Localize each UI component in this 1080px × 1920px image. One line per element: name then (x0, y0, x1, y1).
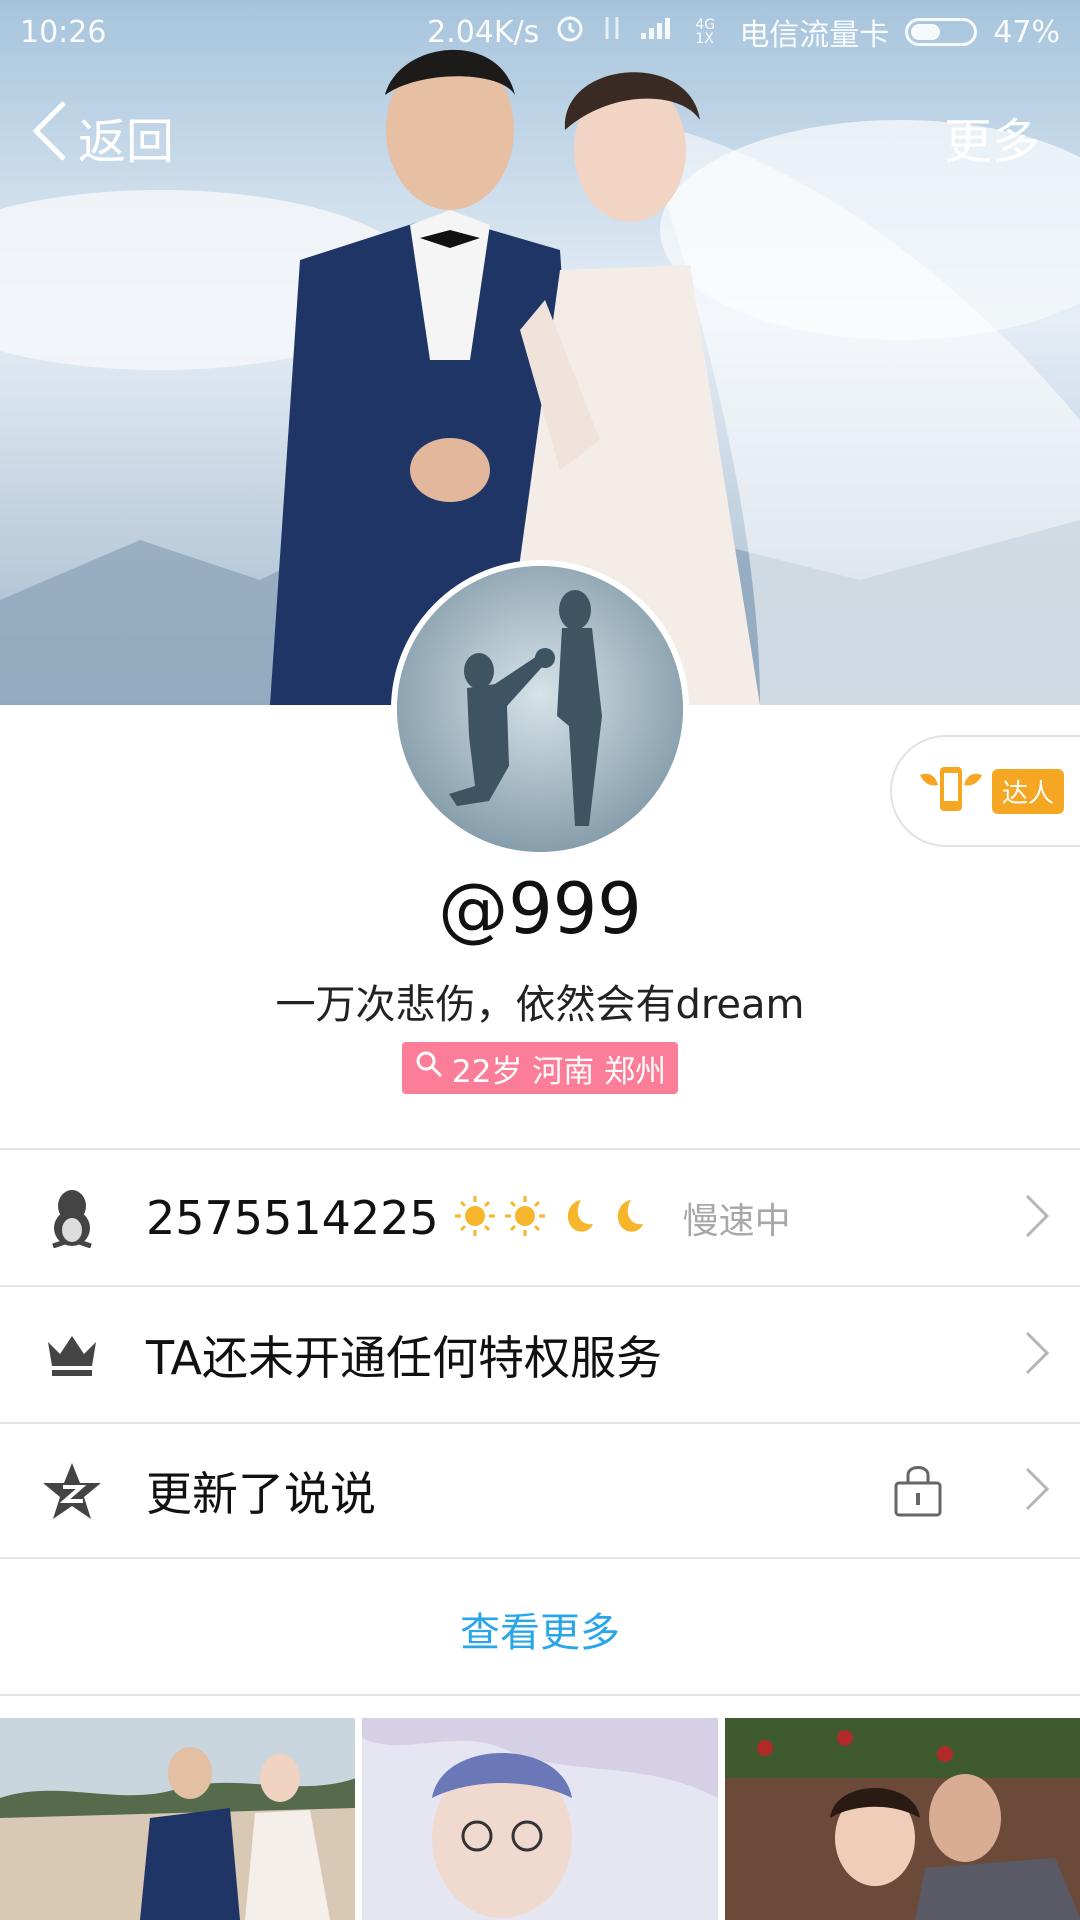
nav-bar: 返回 更多 (0, 92, 1080, 182)
carrier-name: 电信流量卡 (739, 18, 890, 53)
data-arrows-icon (601, 13, 623, 51)
winged-phone-icon (916, 761, 986, 821)
lock-icon (892, 1461, 944, 1521)
sun-icon (453, 1194, 497, 1242)
chevron-right-icon (1024, 1466, 1050, 1516)
daren-label: 达人 (992, 768, 1065, 814)
crown-icon (40, 1323, 104, 1387)
battery-icon (905, 18, 978, 46)
moon-icon (553, 1194, 597, 1242)
profile-info-text: 22岁 河南 郑州 (451, 1053, 667, 1090)
alarm-icon (555, 13, 585, 51)
network-type: 4G 1X (695, 17, 716, 47)
photo-thumbnail[interactable] (724, 1718, 1080, 1920)
profile-signature: 一万次悲伤，依然会有dream (275, 982, 805, 1028)
profile-list: 2575514225 慢速中 TA还未开通任何特权服务 更新了说说 (0, 1148, 1080, 1559)
qq-number: 2575514225 (146, 1190, 439, 1245)
row-privileges[interactable]: TA还未开通任何特权服务 (0, 1285, 1080, 1422)
sun-icon (503, 1194, 547, 1242)
profile-info-tag-wrap: 22岁 河南 郑州 (0, 1042, 1080, 1094)
privileges-text: TA还未开通任何特权服务 (146, 1330, 662, 1385)
status-bar: 10:26 2.04K/s 4G 1X 电信流量卡 47% (0, 0, 1080, 64)
photo-image (362, 1718, 718, 1920)
back-button[interactable]: 返回 (30, 99, 174, 175)
photo-thumbnail[interactable] (0, 1718, 356, 1920)
row-shuoshuo[interactable]: 更新了说说 (0, 1422, 1080, 1559)
moon-icon (603, 1194, 647, 1242)
search-person-icon (414, 1049, 444, 1087)
signal-icon (639, 13, 679, 51)
level-icons (453, 1194, 647, 1242)
profile-info-tag: 22岁 河南 郑州 (401, 1042, 679, 1094)
battery-percent: 47% (993, 14, 1060, 50)
photo-thumbnail[interactable] (362, 1718, 718, 1920)
net-speed: 2.04K/s (427, 14, 540, 50)
chevron-right-icon (1024, 1193, 1050, 1243)
avatar-image (397, 566, 683, 852)
shuoshuo-text: 更新了说说 (146, 1466, 376, 1521)
photo-strip (0, 1718, 1080, 1920)
row-qq-number[interactable]: 2575514225 慢速中 (0, 1148, 1080, 1285)
photo-image (724, 1718, 1080, 1920)
photo-image (0, 1718, 356, 1920)
penguin-icon (40, 1186, 104, 1250)
chevron-right-icon (1024, 1330, 1050, 1380)
more-button[interactable]: 更多 (944, 102, 1050, 172)
qzone-star-icon (40, 1459, 104, 1523)
profile-nickname: @999 (438, 868, 642, 950)
see-more-link[interactable]: 查看更多 (0, 1564, 1080, 1696)
avatar[interactable] (391, 560, 689, 858)
status-time: 10:26 (20, 14, 107, 50)
online-status: 慢速中 (682, 1200, 791, 1242)
back-label: 返回 (78, 114, 175, 170)
daren-badge[interactable]: 达人 (890, 735, 1080, 847)
chevron-left-icon (30, 99, 70, 175)
